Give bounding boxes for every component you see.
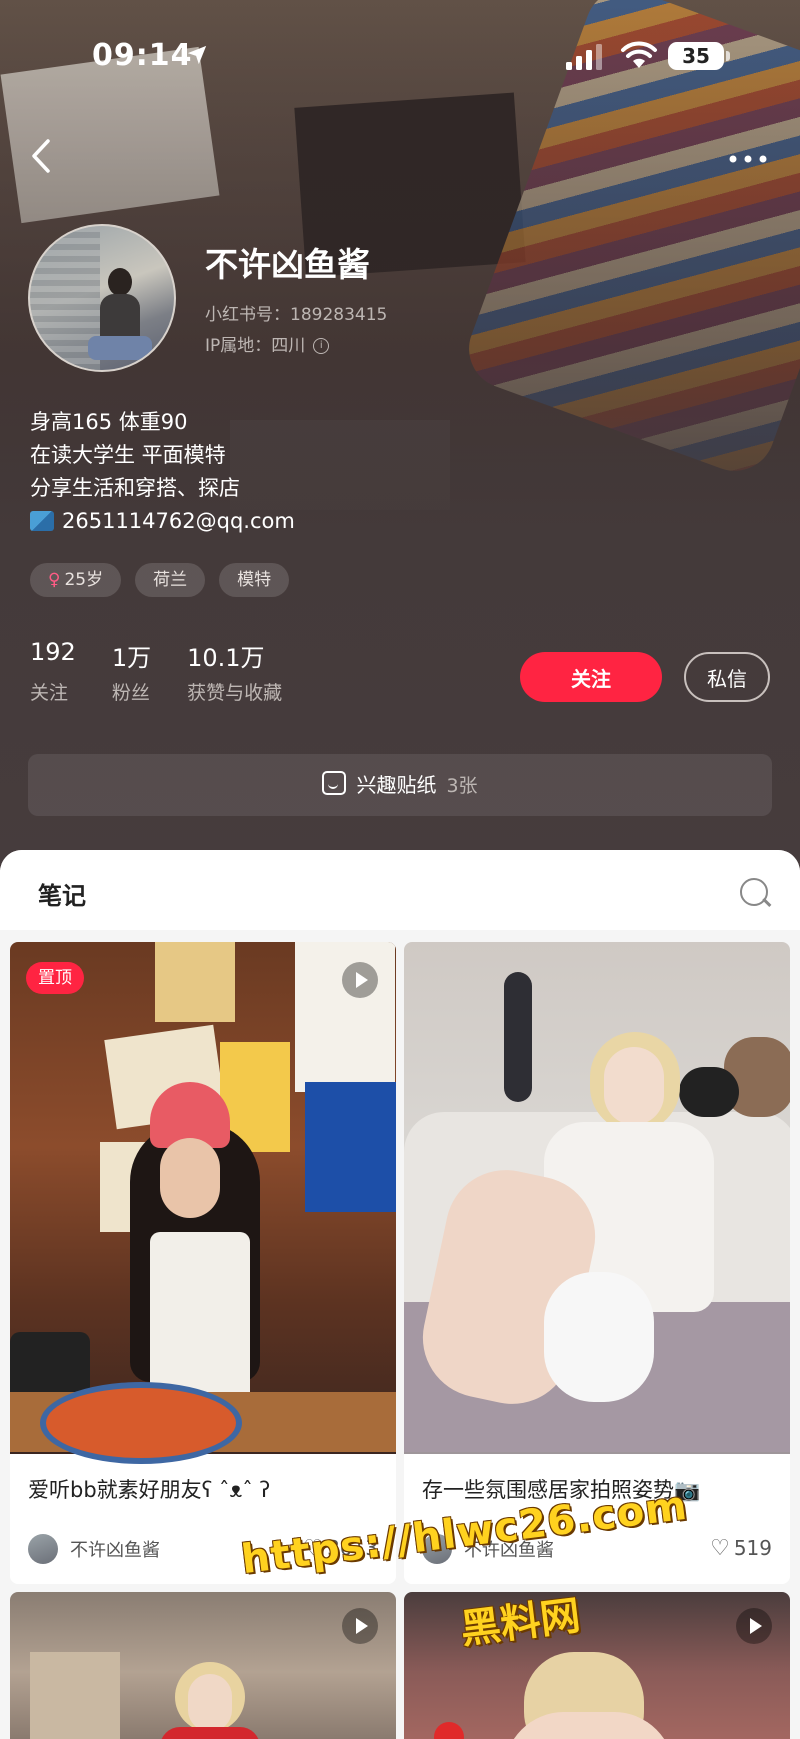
notes-panel: 笔记 置顶 爱听bb就素好朋友ʕ ˆᴥˆ ʔ 不许凶鱼酱 ♡ 3013 存一些氛… — [0, 850, 800, 1739]
tag-occupation[interactable]: 模特 — [219, 563, 290, 597]
avatar-figure — [108, 268, 132, 296]
tab-notes[interactable]: 笔记 — [38, 876, 86, 911]
pinned-badge: 置顶 — [26, 962, 84, 994]
search-icon[interactable] — [740, 878, 768, 906]
status-bar: 09:14 35 — [0, 0, 800, 110]
cover-shape — [160, 1138, 220, 1218]
battery-nub — [726, 51, 730, 61]
stat-following[interactable]: 192 关注 — [30, 638, 76, 705]
sticker-label: 兴趣贴纸 — [356, 773, 437, 797]
info-icon[interactable]: i — [313, 338, 330, 354]
profile-stats: 192 关注 1万 粉丝 10.1万 获赞与收藏 — [30, 638, 318, 705]
profile-tags: ♀ 25岁 荷兰 模特 — [30, 563, 290, 597]
stat-label: 关注 — [30, 682, 69, 704]
like-button[interactable]: ♡ 519 — [710, 1536, 772, 1561]
author-avatar[interactable] — [28, 1534, 58, 1564]
cover-shape — [544, 1272, 654, 1402]
cover-shape — [150, 1232, 250, 1402]
message-button[interactable]: 私信 — [684, 652, 770, 702]
notes-header: 笔记 — [0, 850, 800, 930]
profile-name: 不许凶鱼酱 — [205, 245, 370, 284]
note-cover-image — [10, 1592, 396, 1739]
cover-shape — [604, 1047, 664, 1125]
cover-poster — [295, 942, 395, 1092]
note-cover-image — [10, 942, 396, 1464]
wifi-icon — [621, 41, 657, 68]
profile-header: 09:14 35 不许凶鱼酱 小红书号：189283415 IP属地：四川 i … — [0, 0, 800, 870]
cover-poster — [305, 1082, 396, 1212]
stat-label: 获赞与收藏 — [187, 682, 283, 704]
cover-shape — [188, 1674, 232, 1732]
bio-line: 在读大学生 平面模特 — [30, 443, 226, 467]
note-card[interactable]: 存一些氛围感居家拍照姿势📷 不许凶鱼酱 ♡ 519 — [404, 942, 790, 1584]
profile-id[interactable]: 小红书号：189283415 — [205, 300, 387, 325]
cover-shape — [504, 972, 532, 1102]
ip-location: IP属地：四川 i — [205, 331, 330, 356]
note-card[interactable] — [10, 1592, 396, 1739]
stat-followers[interactable]: 1万 粉丝 — [112, 638, 151, 705]
cover-shape — [30, 1652, 120, 1739]
chevron-left-icon — [32, 139, 50, 173]
follow-button[interactable]: 关注 — [520, 652, 662, 702]
sticker-count: 3张 — [446, 775, 478, 797]
note-card[interactable]: 置顶 爱听bb就素好朋友ʕ ˆᴥˆ ʔ 不许凶鱼酱 ♡ 3013 — [10, 942, 396, 1584]
stat-value: 1万 — [111, 644, 152, 672]
bio-line: 2651114762@qq.com — [30, 505, 295, 538]
like-count: 519 — [733, 1536, 772, 1560]
sticker-icon — [322, 771, 347, 795]
tag-location[interactable]: 荷兰 — [135, 563, 206, 597]
cover-shape — [40, 1382, 242, 1464]
location-arrow-icon — [187, 45, 207, 65]
cover-shape — [679, 1067, 739, 1117]
mailbox-icon — [30, 511, 54, 531]
bio-line: 身高165 体重90 — [30, 410, 188, 434]
profile-bio: 身高165 体重90 在读大学生 平面模特 分享生活和穿搭、探店 2651114… — [30, 406, 295, 538]
bio-line: 分享生活和穿搭、探店 — [30, 476, 240, 500]
more-options-button[interactable] — [728, 138, 768, 168]
avatar-figure — [88, 336, 152, 360]
stat-value: 10.1万 — [187, 644, 265, 672]
cover-poster — [155, 942, 235, 1022]
stat-label: 粉丝 — [111, 682, 150, 704]
note-cover-image — [404, 942, 790, 1454]
video-play-icon — [342, 962, 378, 998]
cover-shape — [160, 1727, 260, 1739]
cellular-signal-icon — [566, 44, 602, 70]
bio-email: 2651114762@qq.com — [62, 509, 295, 533]
video-play-icon — [736, 1608, 772, 1644]
ellipsis-icon — [729, 155, 767, 163]
stat-likes-collections[interactable]: 10.1万 获赞与收藏 — [187, 638, 282, 705]
note-title: 爱听bb就素好朋友ʕ ˆᴥˆ ʔ — [28, 1478, 271, 1502]
interest-stickers-button[interactable]: 兴趣贴纸 3张 — [28, 754, 772, 816]
avatar[interactable] — [28, 224, 176, 372]
heart-icon: ♡ — [710, 1536, 730, 1561]
tag-age[interactable]: ♀ 25岁 — [30, 563, 122, 597]
note-author[interactable]: 不许凶鱼酱 — [70, 1536, 160, 1562]
female-icon: ♀ — [48, 570, 61, 590]
stat-value: 192 — [30, 638, 76, 666]
tag-label: 25岁 — [64, 570, 104, 590]
cover-shape — [434, 1722, 464, 1739]
video-play-icon — [342, 1608, 378, 1644]
ip-location-text: IP属地：四川 — [205, 336, 306, 356]
status-time: 09:14 — [92, 38, 193, 73]
battery-icon: 35 — [668, 42, 724, 70]
back-button[interactable] — [30, 138, 60, 178]
